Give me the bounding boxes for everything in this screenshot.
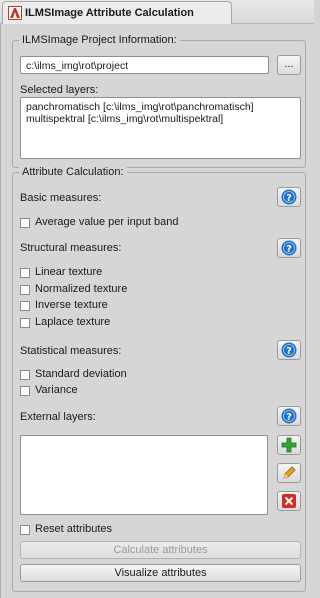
svg-text:?: ?: [286, 244, 292, 255]
dialog-body: ILMSImage Project Information: c:\ilms_i…: [0, 24, 314, 598]
svg-text:?: ?: [286, 346, 292, 357]
attribute-calc-group: Attribute Calculation: Basic measures: ?…: [12, 166, 306, 592]
layer-item[interactable]: panchromatisch [c:\ilms_img\rot\panchrom…: [26, 101, 295, 113]
normalized-texture-checkbox[interactable]: [20, 285, 30, 295]
external-layers-label: External layers:: [20, 411, 96, 423]
help-icon: ?: [281, 408, 297, 424]
avg-band-label: Average value per input band: [35, 216, 179, 228]
linear-texture-label: Linear texture: [35, 266, 103, 278]
browse-button[interactable]: ...: [277, 55, 301, 75]
normalized-texture-label: Normalized texture: [35, 283, 128, 295]
selected-layers-label: Selected layers:: [20, 84, 99, 96]
statistical-help-button[interactable]: ?: [277, 340, 301, 360]
inverse-texture-label: Inverse texture: [35, 299, 108, 311]
layer-item[interactable]: multispektral [c:\ilms_img\rot\multispek…: [26, 113, 295, 125]
plus-icon: [281, 437, 297, 453]
calculate-attributes-button[interactable]: Calculate attributes: [20, 541, 301, 559]
project-info-legend: ILMSImage Project Information:: [19, 34, 180, 46]
inverse-texture-checkbox[interactable]: [20, 301, 30, 311]
reset-attributes-checkbox[interactable]: [20, 525, 30, 535]
svg-text:?: ?: [286, 193, 292, 204]
external-layers-list[interactable]: [20, 435, 268, 515]
variance-label: Variance: [35, 384, 78, 396]
structural-measures-label: Structural measures:: [20, 242, 122, 254]
help-icon: ?: [281, 189, 297, 205]
window-tab[interactable]: ILMSImage Attribute Calculation: [2, 1, 232, 25]
std-deviation-label: Standard deviation: [35, 368, 127, 380]
delete-icon: [282, 494, 296, 508]
std-deviation-checkbox[interactable]: [20, 370, 30, 380]
statistical-measures-label: Statistical measures:: [20, 345, 122, 357]
app-icon: [8, 6, 22, 20]
basic-help-button[interactable]: ?: [277, 187, 301, 207]
project-info-group: ILMSImage Project Information: c:\ilms_i…: [12, 34, 306, 168]
help-icon: ?: [281, 240, 297, 256]
basic-measures-label: Basic measures:: [20, 192, 102, 204]
external-help-button[interactable]: ?: [277, 406, 301, 426]
variance-checkbox[interactable]: [20, 386, 30, 396]
remove-layer-button[interactable]: [277, 491, 301, 511]
svg-text:?: ?: [286, 412, 292, 423]
add-layer-button[interactable]: [277, 435, 301, 455]
attribute-calc-legend: Attribute Calculation:: [19, 166, 127, 178]
window-title: ILMSImage Attribute Calculation: [25, 7, 194, 19]
structural-help-button[interactable]: ?: [277, 238, 301, 258]
project-path-input[interactable]: c:\ilms_img\rot\project: [20, 56, 269, 74]
laplace-texture-label: Laplace texture: [35, 316, 111, 328]
avg-band-checkbox[interactable]: [20, 218, 30, 228]
selected-layers-list[interactable]: panchromatisch [c:\ilms_img\rot\panchrom…: [20, 97, 301, 159]
linear-texture-checkbox[interactable]: [20, 268, 30, 278]
reset-attributes-label: Reset attributes: [35, 523, 113, 535]
laplace-texture-checkbox[interactable]: [20, 318, 30, 328]
help-icon: ?: [281, 342, 297, 358]
visualize-attributes-button[interactable]: Visualize attributes: [20, 564, 301, 582]
title-bar: ILMSImage Attribute Calculation: [0, 0, 314, 25]
edit-layer-button[interactable]: [277, 463, 301, 483]
pencil-icon: [283, 466, 296, 479]
